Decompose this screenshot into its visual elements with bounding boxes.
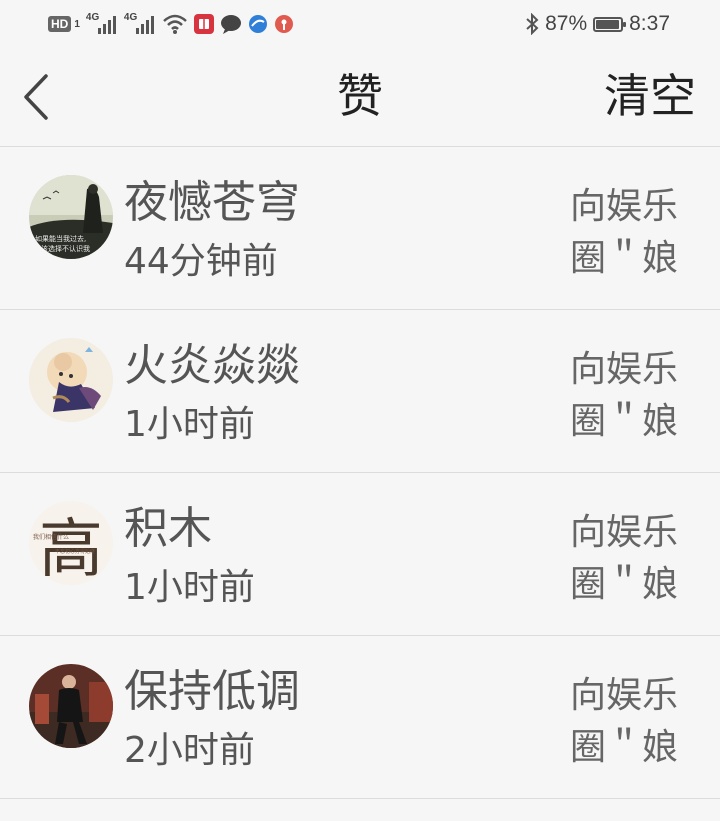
- bluetooth-icon: [526, 13, 539, 35]
- list-item[interactable]: 火炎焱燚 1小时前 向娱乐圈＂娘: [0, 310, 720, 473]
- wifi-icon: [163, 14, 187, 34]
- battery-percent: 87%: [545, 12, 588, 35]
- header-bar: 赞 清空: [0, 48, 720, 147]
- clear-button[interactable]: 清空: [604, 66, 696, 126]
- podcast-app-icon: [274, 15, 293, 33]
- avatar-caption: 如果能当我过去,: [35, 234, 86, 243]
- status-bar-right: 87% 8:37: [525, 10, 670, 38]
- signal-icon: 4G: [124, 12, 156, 36]
- post-source[interactable]: 向娱乐圈＂娘: [570, 670, 688, 774]
- user-name: 积木: [124, 503, 212, 554]
- avatar-caption: 不忘初心方得始终: [55, 548, 95, 555]
- list-item[interactable]: 高 我们相信什么 不忘初心方得始终 积木 1小时前 向娱乐圈＂娘: [0, 473, 720, 636]
- user-name: 火炎焱燚: [124, 340, 300, 391]
- avatar-caption: 该选择不认识我: [41, 244, 90, 253]
- avatar-caption: 我们相信什么: [33, 533, 69, 541]
- like-time: 1小时前: [124, 404, 255, 445]
- sim-number: 1: [74, 18, 80, 30]
- likes-list: 如果能当我过去, 该选择不认识我 夜憾苍穹 44分钟前 向娱乐圈＂娘 火炎焱燚 …: [0, 147, 720, 799]
- battery-fill: [596, 19, 619, 29]
- like-time: 44分钟前: [124, 241, 278, 282]
- like-time: 1小时前: [124, 567, 255, 608]
- battery-icon: [593, 16, 627, 32]
- avatar[interactable]: 如果能当我过去, 该选择不认识我: [29, 175, 113, 259]
- post-source[interactable]: 向娱乐圈＂娘: [570, 181, 688, 285]
- list-item[interactable]: 如果能当我过去, 该选择不认识我 夜憾苍穹 44分钟前 向娱乐圈＂娘: [0, 147, 720, 310]
- signal-icon: 4G: [86, 12, 118, 36]
- hd-icon: HD: [48, 16, 72, 32]
- avatar-image: [29, 338, 113, 422]
- clock: 8:37: [629, 12, 670, 35]
- post-source[interactable]: 向娱乐圈＂娘: [570, 507, 688, 611]
- status-bar: HD 1 4G 4G 87% 8:37: [0, 0, 720, 48]
- avatar[interactable]: 高 我们相信什么 不忘初心方得始终: [29, 501, 113, 585]
- status-bar-left: HD 1 4G 4G: [48, 10, 294, 38]
- avatar[interactable]: [29, 338, 113, 422]
- chat-app-icon: [220, 15, 241, 34]
- avatar-image: 如果能当我过去, 该选择不认识我: [29, 175, 113, 259]
- list-item[interactable]: 保持低调 2小时前 向娱乐圈＂娘: [0, 636, 720, 799]
- book-app-icon: [193, 14, 214, 34]
- post-source[interactable]: 向娱乐圈＂娘: [570, 344, 688, 448]
- avatar-image: [29, 664, 113, 748]
- like-time: 2小时前: [124, 730, 255, 771]
- user-name: 保持低调: [124, 666, 300, 717]
- user-name: 夜憾苍穹: [124, 177, 300, 228]
- avatar-image: 高 我们相信什么 不忘初心方得始终: [29, 501, 113, 585]
- browser-app-icon: [248, 15, 267, 33]
- avatar[interactable]: [29, 664, 113, 748]
